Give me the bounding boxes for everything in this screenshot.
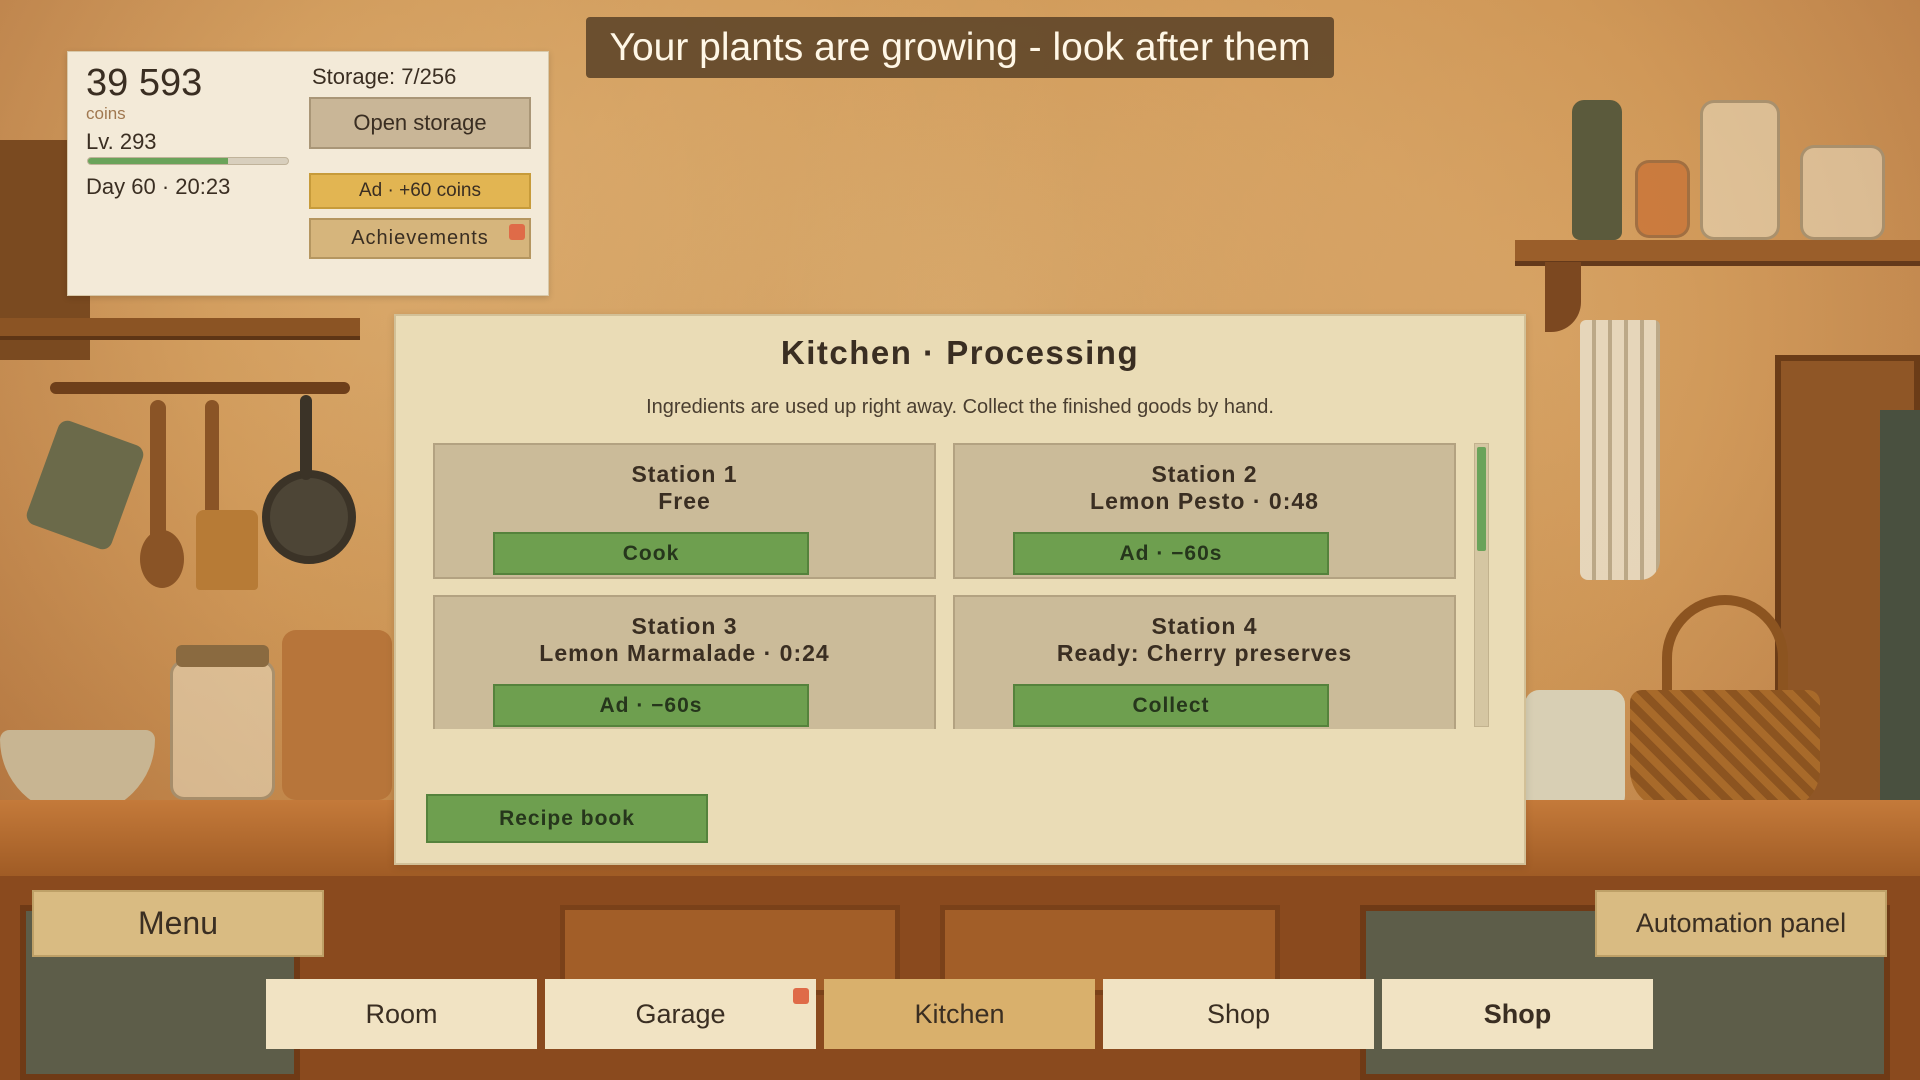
tab-label: Shop bbox=[1206, 998, 1271, 1029]
glass-jar-large bbox=[170, 660, 275, 800]
stations-scrollbar[interactable] bbox=[1474, 443, 1489, 727]
coins-value: 39 593 bbox=[86, 62, 203, 104]
tab-shop-2[interactable]: Shop bbox=[1382, 979, 1653, 1049]
garage-notification-badge bbox=[793, 988, 809, 1004]
kitchen-processing-dialog: Kitchen · Processing Ingredients are use… bbox=[394, 314, 1526, 865]
xp-progress-bar bbox=[87, 157, 289, 165]
brush-head bbox=[196, 510, 258, 590]
tab-kitchen[interactable]: Kitchen bbox=[824, 979, 1095, 1049]
station-name: Station 1 bbox=[631, 461, 738, 487]
ad-coins-button[interactable]: Ad · +60 coins bbox=[309, 173, 531, 209]
tab-shop[interactable]: Shop bbox=[1103, 979, 1374, 1049]
station-card-4: Station 4 Ready: Cherry preserves Collec… bbox=[953, 595, 1456, 729]
left-shelf bbox=[0, 318, 360, 340]
tab-label: Shop bbox=[1483, 998, 1552, 1029]
jar-orange bbox=[1635, 160, 1690, 238]
recipe-book-button[interactable]: Recipe book bbox=[426, 794, 708, 843]
achievements-button[interactable]: Achievements bbox=[309, 218, 531, 259]
stations-list[interactable]: Station 1 Free Cook Station 2 Lemon Pest… bbox=[433, 443, 1457, 729]
jar-lid bbox=[176, 645, 269, 667]
pan-handle bbox=[300, 395, 312, 480]
achievements-label: Achievements bbox=[351, 227, 489, 249]
scrollbar-thumb[interactable] bbox=[1477, 447, 1486, 551]
tab-label: Room bbox=[365, 998, 438, 1029]
station-status: Ready: Cherry preserves bbox=[1056, 640, 1353, 666]
cutting-board bbox=[282, 630, 392, 800]
station-name: Station 4 bbox=[1151, 613, 1258, 639]
storage-label: Storage: 7/256 bbox=[312, 64, 457, 89]
station-card-2: Station 2 Lemon Pesto · 0:48 Ad · −60s bbox=[953, 443, 1456, 579]
station-status: Free bbox=[658, 488, 711, 514]
station-card-1: Station 1 Free Cook bbox=[433, 443, 936, 579]
coins-label: coins bbox=[86, 104, 126, 123]
menu-button[interactable]: Menu bbox=[32, 890, 324, 957]
station-name: Station 2 bbox=[1151, 461, 1258, 487]
right-cabinet-door bbox=[1880, 410, 1920, 810]
tab-garage[interactable]: Garage bbox=[545, 979, 816, 1049]
wooden-spoon bbox=[150, 400, 166, 550]
dialog-title: Kitchen · Processing bbox=[780, 334, 1140, 371]
level-label: Lv. 293 bbox=[86, 129, 157, 154]
bottle bbox=[1572, 100, 1622, 240]
frying-pan bbox=[262, 470, 356, 564]
utensil-crock bbox=[1525, 690, 1625, 810]
utensil-rail bbox=[50, 382, 350, 394]
ad-speedup-button[interactable]: Ad · −60s bbox=[1013, 532, 1329, 575]
open-storage-button[interactable]: Open storage bbox=[309, 97, 531, 149]
kitchen-towel bbox=[1580, 320, 1660, 580]
location-tab-bar: Room Garage Kitchen Shop Shop bbox=[266, 979, 1654, 1049]
hint-banner: Your plants are growing - look after the… bbox=[586, 17, 1334, 78]
wicker-basket bbox=[1630, 690, 1820, 810]
player-stats-panel: 39 593 coins Lv. 293 Day 60 · 20:23 Stor… bbox=[67, 51, 549, 296]
station-name: Station 3 bbox=[631, 613, 738, 639]
station-card-3: Station 3 Lemon Marmalade · 0:24 Ad · −6… bbox=[433, 595, 936, 729]
xp-progress-fill bbox=[88, 158, 228, 164]
automation-panel-button[interactable]: Automation panel bbox=[1595, 890, 1887, 957]
day-time-label: Day 60 · 20:23 bbox=[86, 174, 231, 199]
cook-button[interactable]: Cook bbox=[493, 532, 809, 575]
station-status: Lemon Marmalade · 0:24 bbox=[539, 640, 830, 666]
dialog-subtitle: Ingredients are used up right away. Coll… bbox=[646, 396, 1274, 418]
jar-glass-small bbox=[1800, 145, 1885, 240]
tab-label: Kitchen bbox=[914, 998, 1005, 1029]
jar-glass-big bbox=[1700, 100, 1780, 240]
tab-room[interactable]: Room bbox=[266, 979, 537, 1049]
collect-button[interactable]: Collect bbox=[1013, 684, 1329, 727]
ad-speedup-button[interactable]: Ad · −60s bbox=[493, 684, 809, 727]
achievements-notification-badge bbox=[509, 224, 525, 240]
station-status: Lemon Pesto · 0:48 bbox=[1090, 488, 1319, 514]
tab-label: Garage bbox=[635, 998, 726, 1029]
spoon-bowl bbox=[140, 530, 184, 588]
